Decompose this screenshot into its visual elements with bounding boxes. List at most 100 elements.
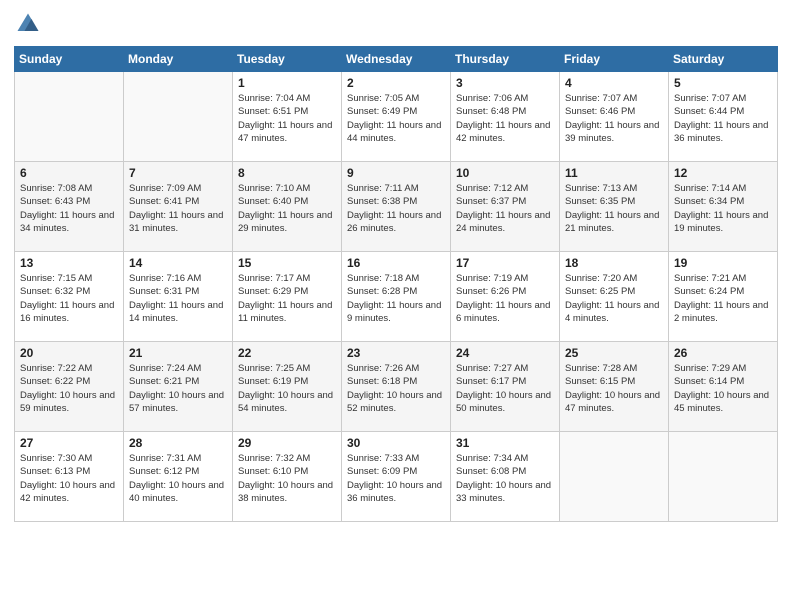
day-info: Sunrise: 7:19 AM Sunset: 6:26 PM Dayligh…	[456, 272, 554, 325]
day-info: Sunrise: 7:07 AM Sunset: 6:44 PM Dayligh…	[674, 92, 772, 145]
calendar-cell: 31 Sunrise: 7:34 AM Sunset: 6:08 PM Dayli…	[451, 432, 560, 522]
day-number: 15	[238, 256, 336, 270]
calendar-cell: 4 Sunrise: 7:07 AM Sunset: 6:46 PM Daylig…	[560, 72, 669, 162]
day-number: 3	[456, 76, 554, 90]
day-number: 14	[129, 256, 227, 270]
calendar-cell	[669, 432, 778, 522]
day-info: Sunrise: 7:12 AM Sunset: 6:37 PM Dayligh…	[456, 182, 554, 235]
calendar-cell: 9Sunrise: 7:11 AM Sunset: 6:38 PM Daylig…	[342, 162, 451, 252]
col-header-tuesday: Tuesday	[233, 47, 342, 72]
calendar-cell: 19Sunrise: 7:21 AM Sunset: 6:24 PM Dayli…	[669, 252, 778, 342]
day-number: 20	[20, 346, 118, 360]
day-number: 21	[129, 346, 227, 360]
day-info: Sunrise: 7:29 AM Sunset: 6:14 PM Dayligh…	[674, 362, 772, 415]
day-number: 28	[129, 436, 227, 450]
day-number: 26	[674, 346, 772, 360]
col-header-friday: Friday	[560, 47, 669, 72]
calendar-cell: 16 Sunrise: 7:18 AM Sunset: 6:28 PM Dayli…	[342, 252, 451, 342]
calendar-cell: 13 Sunrise: 7:15 AM Sunset: 6:32 PM Dayli…	[15, 252, 124, 342]
calendar-cell: 1 Sunrise: 7:04 AM Sunset: 6:51 PM Daylig…	[233, 72, 342, 162]
calendar-cell: 12 Sunrise: 7:14 AM Sunset: 6:34 PM Dayli…	[669, 162, 778, 252]
calendar-cell: 11 Sunrise: 7:13 AM Sunset: 6:35 PM Dayli…	[560, 162, 669, 252]
day-number: 23	[347, 346, 445, 360]
calendar-cell: 6Sunrise: 7:08 AM Sunset: 6:43 PM Daylig…	[15, 162, 124, 252]
calendar-cell: 7 Sunrise: 7:09 AM Sunset: 6:41 PM Daylig…	[124, 162, 233, 252]
calendar-cell: 28 Sunrise: 7:31 AM Sunset: 6:12 PM Dayli…	[124, 432, 233, 522]
logo	[14, 10, 46, 38]
calendar-header-row: SundayMondayTuesdayWednesdayThursdayFrid…	[15, 47, 778, 72]
day-number: 18	[565, 256, 663, 270]
day-number: 5	[674, 76, 772, 90]
day-info: Sunrise: 7:21 AM Sunset: 6:24 PM Dayligh…	[674, 272, 772, 325]
day-info: Sunrise: 7:25 AM Sunset: 6:19 PM Dayligh…	[238, 362, 336, 415]
day-number: 7	[129, 166, 227, 180]
col-header-monday: Monday	[124, 47, 233, 72]
day-number: 11	[565, 166, 663, 180]
calendar-week-5: 27Sunrise: 7:30 AM Sunset: 6:13 PM Dayli…	[15, 432, 778, 522]
day-info: Sunrise: 7:31 AM Sunset: 6:12 PM Dayligh…	[129, 452, 227, 505]
day-number: 8	[238, 166, 336, 180]
day-number: 16	[347, 256, 445, 270]
col-header-saturday: Saturday	[669, 47, 778, 72]
day-info: Sunrise: 7:06 AM Sunset: 6:48 PM Dayligh…	[456, 92, 554, 145]
day-info: Sunrise: 7:30 AM Sunset: 6:13 PM Dayligh…	[20, 452, 118, 505]
day-info: Sunrise: 7:07 AM Sunset: 6:46 PM Dayligh…	[565, 92, 663, 145]
day-number: 12	[674, 166, 772, 180]
header	[14, 10, 778, 38]
day-number: 17	[456, 256, 554, 270]
calendar-cell: 15 Sunrise: 7:17 AM Sunset: 6:29 PM Dayli…	[233, 252, 342, 342]
calendar-cell: 5 Sunrise: 7:07 AM Sunset: 6:44 PM Daylig…	[669, 72, 778, 162]
calendar-cell: 8 Sunrise: 7:10 AM Sunset: 6:40 PM Daylig…	[233, 162, 342, 252]
calendar-week-4: 20 Sunrise: 7:22 AM Sunset: 6:22 PM Dayli…	[15, 342, 778, 432]
day-info: Sunrise: 7:13 AM Sunset: 6:35 PM Dayligh…	[565, 182, 663, 235]
calendar-cell: 23 Sunrise: 7:26 AM Sunset: 6:18 PM Dayli…	[342, 342, 451, 432]
day-info: Sunrise: 7:28 AM Sunset: 6:15 PM Dayligh…	[565, 362, 663, 415]
day-info: Sunrise: 7:18 AM Sunset: 6:28 PM Dayligh…	[347, 272, 445, 325]
calendar-cell: 24 Sunrise: 7:27 AM Sunset: 6:17 PM Dayli…	[451, 342, 560, 432]
day-info: Sunrise: 7:32 AM Sunset: 6:10 PM Dayligh…	[238, 452, 336, 505]
day-number: 30	[347, 436, 445, 450]
day-info: Sunrise: 7:10 AM Sunset: 6:40 PM Dayligh…	[238, 182, 336, 235]
calendar-week-2: 6Sunrise: 7:08 AM Sunset: 6:43 PM Daylig…	[15, 162, 778, 252]
calendar-week-1: 1 Sunrise: 7:04 AM Sunset: 6:51 PM Daylig…	[15, 72, 778, 162]
day-info: Sunrise: 7:22 AM Sunset: 6:22 PM Dayligh…	[20, 362, 118, 415]
calendar-cell: 2Sunrise: 7:05 AM Sunset: 6:49 PM Daylig…	[342, 72, 451, 162]
day-info: Sunrise: 7:34 AM Sunset: 6:08 PM Dayligh…	[456, 452, 554, 505]
day-info: Sunrise: 7:33 AM Sunset: 6:09 PM Dayligh…	[347, 452, 445, 505]
calendar-cell: 10 Sunrise: 7:12 AM Sunset: 6:37 PM Dayli…	[451, 162, 560, 252]
day-number: 25	[565, 346, 663, 360]
day-number: 13	[20, 256, 118, 270]
day-number: 29	[238, 436, 336, 450]
calendar-cell: 18 Sunrise: 7:20 AM Sunset: 6:25 PM Dayli…	[560, 252, 669, 342]
calendar-cell	[560, 432, 669, 522]
calendar-cell: 17 Sunrise: 7:19 AM Sunset: 6:26 PM Dayli…	[451, 252, 560, 342]
calendar-cell: 22 Sunrise: 7:25 AM Sunset: 6:19 PM Dayli…	[233, 342, 342, 432]
calendar-cell: 25 Sunrise: 7:28 AM Sunset: 6:15 PM Dayli…	[560, 342, 669, 432]
calendar-cell	[124, 72, 233, 162]
day-info: Sunrise: 7:15 AM Sunset: 6:32 PM Dayligh…	[20, 272, 118, 325]
col-header-thursday: Thursday	[451, 47, 560, 72]
calendar-cell: 26 Sunrise: 7:29 AM Sunset: 6:14 PM Dayli…	[669, 342, 778, 432]
day-number: 22	[238, 346, 336, 360]
day-number: 31	[456, 436, 554, 450]
day-info: Sunrise: 7:24 AM Sunset: 6:21 PM Dayligh…	[129, 362, 227, 415]
day-number: 9	[347, 166, 445, 180]
day-number: 4	[565, 76, 663, 90]
day-info: Sunrise: 7:17 AM Sunset: 6:29 PM Dayligh…	[238, 272, 336, 325]
day-info: Sunrise: 7:14 AM Sunset: 6:34 PM Dayligh…	[674, 182, 772, 235]
day-info: Sunrise: 7:26 AM Sunset: 6:18 PM Dayligh…	[347, 362, 445, 415]
day-number: 1	[238, 76, 336, 90]
day-info: Sunrise: 7:27 AM Sunset: 6:17 PM Dayligh…	[456, 362, 554, 415]
page: SundayMondayTuesdayWednesdayThursdayFrid…	[0, 0, 792, 612]
day-number: 10	[456, 166, 554, 180]
day-info: Sunrise: 7:04 AM Sunset: 6:51 PM Dayligh…	[238, 92, 336, 145]
calendar-cell: 3 Sunrise: 7:06 AM Sunset: 6:48 PM Daylig…	[451, 72, 560, 162]
calendar-cell: 20 Sunrise: 7:22 AM Sunset: 6:22 PM Dayli…	[15, 342, 124, 432]
calendar-cell	[15, 72, 124, 162]
day-info: Sunrise: 7:09 AM Sunset: 6:41 PM Dayligh…	[129, 182, 227, 235]
day-info: Sunrise: 7:20 AM Sunset: 6:25 PM Dayligh…	[565, 272, 663, 325]
day-number: 24	[456, 346, 554, 360]
col-header-wednesday: Wednesday	[342, 47, 451, 72]
calendar-table: SundayMondayTuesdayWednesdayThursdayFrid…	[14, 46, 778, 522]
calendar-week-3: 13 Sunrise: 7:15 AM Sunset: 6:32 PM Dayli…	[15, 252, 778, 342]
